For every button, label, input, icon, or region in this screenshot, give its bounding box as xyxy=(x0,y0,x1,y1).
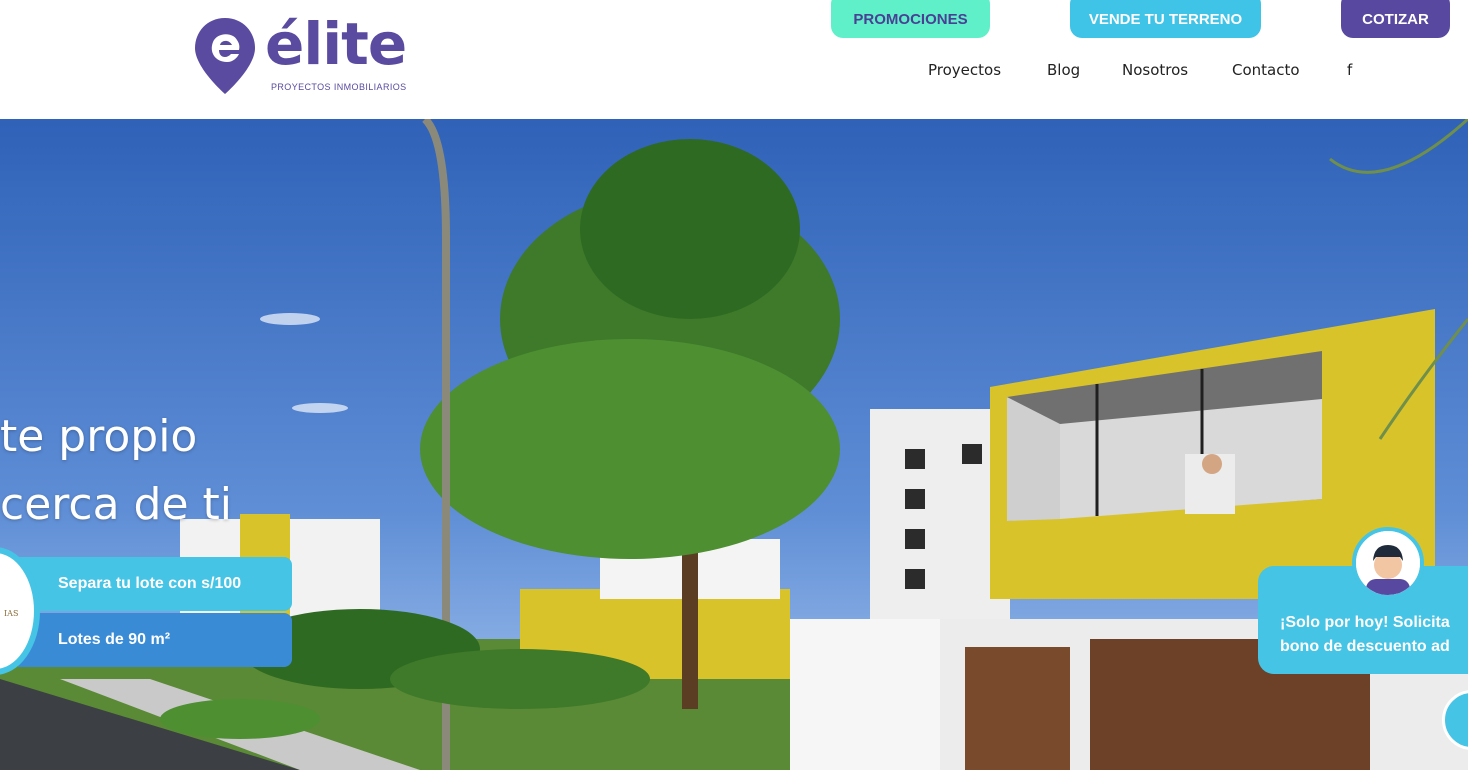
separa-lote-tag[interactable]: Separa tu lote con s/100 xyxy=(18,557,292,611)
hero-rendering-image xyxy=(0,119,1468,770)
site-header: élite PROYECTOS INMOBILIARIOS PROMOCIONE… xyxy=(0,0,1468,119)
brand-wordmark: élite xyxy=(265,10,407,78)
elite-logo[interactable]: élite PROYECTOS INMOBILIARIOS xyxy=(193,10,423,96)
hero-banner: te propio cerca de ti Separa tu lote con… xyxy=(0,119,1468,770)
location-pin-icon xyxy=(195,18,255,94)
agent-avatar-icon xyxy=(1352,527,1424,599)
promo-card-line1: ¡Solo por hoy! Solicita xyxy=(1280,614,1450,631)
facebook-link-icon[interactable]: f xyxy=(1347,61,1352,79)
nav-proyectos[interactable]: Proyectos xyxy=(928,61,1001,79)
vende-terreno-button[interactable]: VENDE TU TERRENO xyxy=(1070,0,1261,38)
promo-card-line2: bono de descuento ad xyxy=(1280,638,1450,655)
badge-label: IAS xyxy=(4,609,19,618)
lotes-90m-tag[interactable]: Lotes de 90 m² xyxy=(18,613,292,667)
nav-nosotros[interactable]: Nosotros xyxy=(1122,61,1188,79)
nav-blog[interactable]: Blog xyxy=(1047,61,1080,79)
cotizar-button[interactable]: COTIZAR xyxy=(1341,0,1450,38)
hero-headline-line2: cerca de ti xyxy=(0,479,232,530)
nav-contacto[interactable]: Contacto xyxy=(1232,61,1300,79)
brand-tagline: PROYECTOS INMOBILIARIOS xyxy=(271,82,407,92)
promociones-button[interactable]: PROMOCIONES xyxy=(831,0,990,38)
hero-headline-line1: te propio xyxy=(0,411,198,462)
